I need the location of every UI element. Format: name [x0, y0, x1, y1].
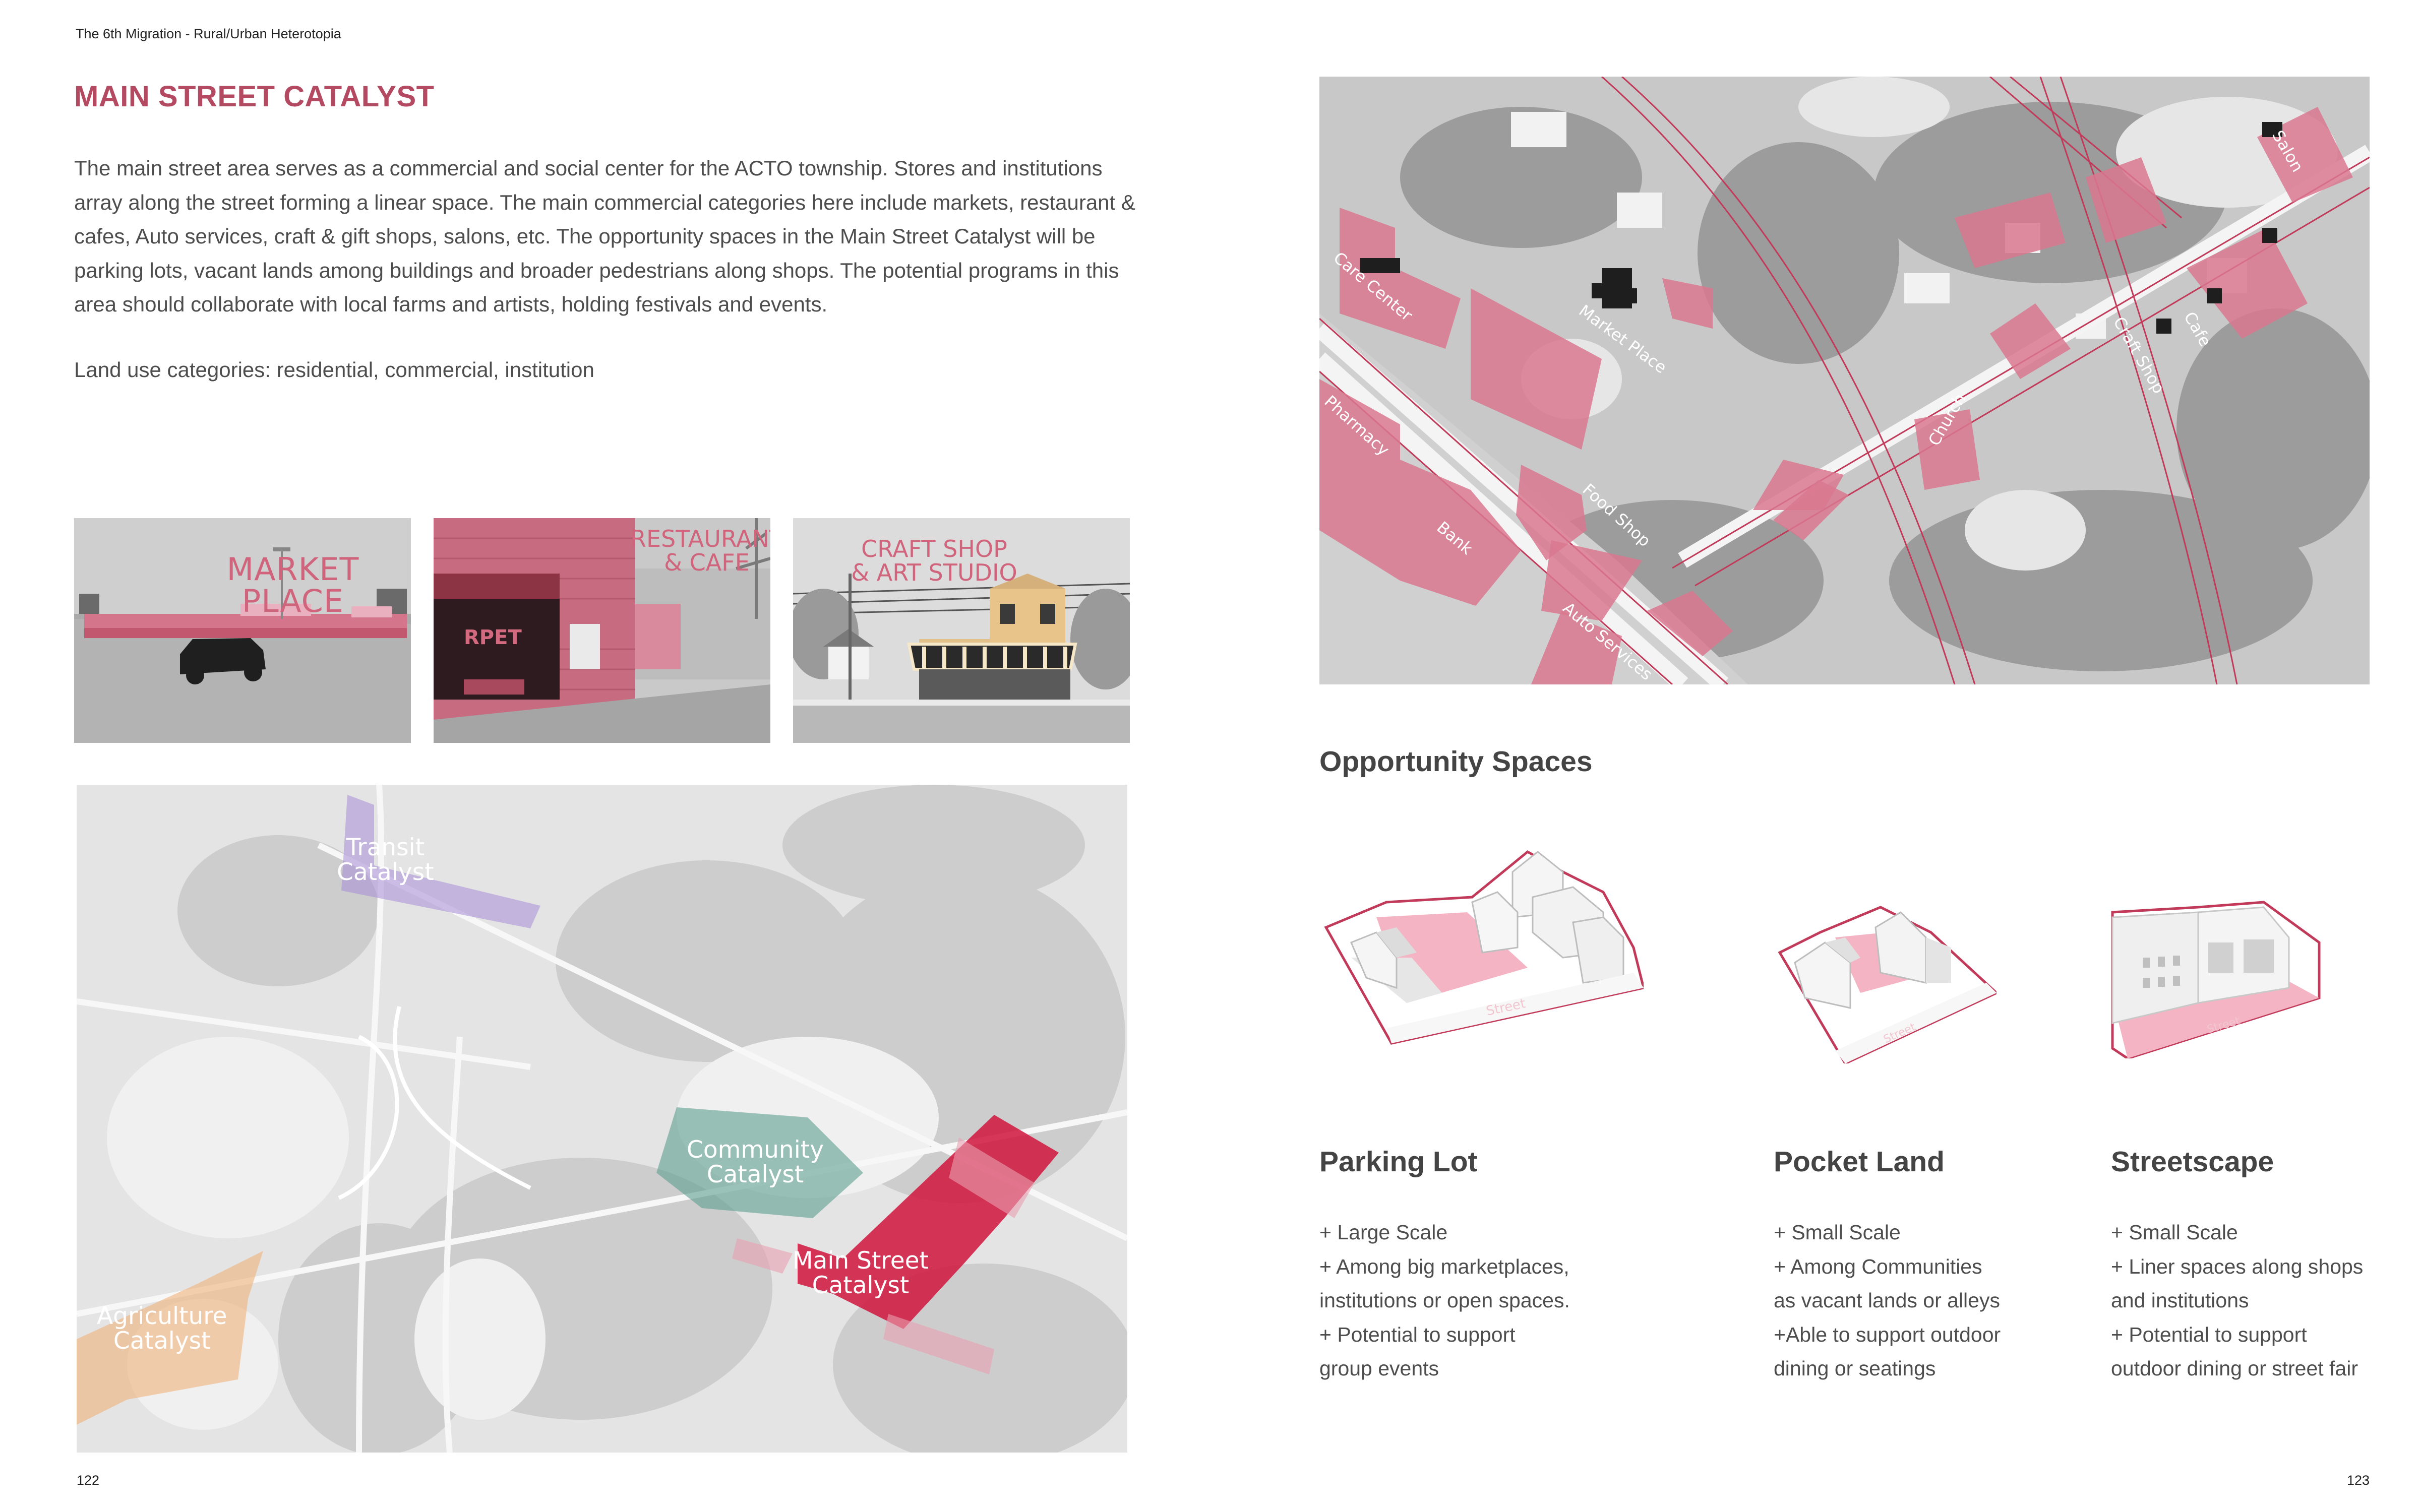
photo-label-restaurant-line1: RESTAURANT — [630, 525, 770, 552]
main-street-catalyst-line2: Catalyst — [812, 1272, 910, 1300]
list-item: and institutions — [2111, 1289, 2249, 1312]
parking-lot-title: Parking Lot — [1319, 1146, 1478, 1178]
agriculture-catalyst-line1: Agriculture — [97, 1302, 227, 1330]
svg-text:RPET: RPET — [464, 626, 522, 649]
page-number-right: 123 — [2347, 1473, 2370, 1488]
photo-label-market-place: MARKET PLACE — [226, 551, 359, 620]
parking-lot-diagram: Street — [1321, 842, 1644, 1053]
list-item: + Liner spaces along shops — [2111, 1254, 2364, 1278]
catalyst-map: Transit Catalyst Community Catalyst Main… — [77, 785, 1127, 1453]
list-item: + Small Scale — [1774, 1221, 1901, 1244]
list-item: dining or seatings — [1774, 1357, 1936, 1380]
pocket-land-points: + Small Scale + Among Communities as vac… — [1774, 1216, 2001, 1386]
opportunity-spaces-title: Opportunity Spaces — [1319, 745, 1593, 778]
list-item: group events — [1319, 1357, 1439, 1380]
pocket-land-title: Pocket Land — [1774, 1146, 1945, 1178]
land-use-text: Land use categories: residential, commer… — [74, 358, 594, 382]
list-item: as vacant lands or alleys — [1774, 1289, 2000, 1312]
list-item: + Potential to support — [1319, 1322, 1516, 1346]
community-catalyst-line2: Catalyst — [706, 1161, 804, 1189]
pocket-land-diagram: Street — [1775, 892, 1996, 1063]
main-street-catalyst-line1: Main Street — [793, 1247, 929, 1275]
list-item: institutions or open spaces. — [1319, 1289, 1570, 1312]
craft-shop-photo: CRAFT SHOP & ART STUDIO — [793, 518, 1130, 743]
community-catalyst-line1: Community — [687, 1136, 824, 1164]
photo-label-restaurant-line2: & CAFE — [664, 548, 750, 576]
market-place-photo: MARKET PLACE — [74, 518, 411, 743]
intro-paragraph: The main street area serves as a commerc… — [74, 156, 1135, 316]
streetscape-points: + Small Scale + Liner spaces along shops… — [2111, 1216, 2363, 1386]
agriculture-catalyst-line2: Catalyst — [113, 1327, 211, 1355]
restaurant-photo: RPET RESTAURANT & CAFE — [434, 518, 770, 743]
main-street-catalyst-label: Main Street Catalyst — [793, 1248, 929, 1298]
page-number-left: 122 — [77, 1473, 100, 1488]
section-title: MAIN STREET CATALYST — [74, 80, 435, 113]
parking-lot-points: + Large Scale + Among big marketplaces, … — [1319, 1216, 1570, 1386]
agriculture-catalyst-label: Agriculture Catalyst — [97, 1304, 227, 1354]
transit-catalyst-line1: Transit — [346, 834, 425, 861]
photo-label-craft: CRAFT SHOP & ART STUDIO — [813, 537, 1055, 585]
list-item: + Among Communities — [1774, 1254, 1982, 1278]
aerial-map: Care Center Market Place Pharmacy Bank F… — [1319, 77, 2370, 684]
list-item: + Large Scale — [1319, 1221, 1448, 1244]
streetscape-diagram: Street — [2107, 897, 2329, 1058]
list-item: + Among big marketplaces, — [1319, 1254, 1569, 1278]
photo-label-restaurant: RESTAURANT & CAFE — [630, 527, 770, 575]
list-item: +Able to support outdoor — [1774, 1322, 2001, 1346]
streetscape-title: Streetscape — [2111, 1146, 2274, 1178]
list-item: + Small Scale — [2111, 1221, 2238, 1244]
transit-catalyst-label: Transit Catalyst — [337, 835, 434, 885]
transit-catalyst-line2: Catalyst — [337, 858, 434, 887]
community-catalyst-label: Community Catalyst — [687, 1138, 824, 1187]
running-header: The 6th Migration - Rural/Urban Heteroto… — [76, 26, 341, 41]
list-item: + Potential to support — [2111, 1322, 2307, 1346]
photo-label-craft-line2: & ART STUDIO — [851, 558, 1017, 586]
list-item: outdoor dining or street fair — [2111, 1357, 2358, 1380]
photo-label-craft-line1: CRAFT SHOP — [861, 535, 1007, 562]
